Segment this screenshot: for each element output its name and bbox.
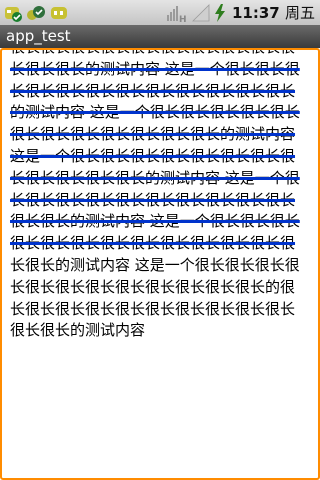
plain-text: 长很长的测试内容 这是一个很长很长很长很长很长很长很长很长很长很长很长很长的很长… bbox=[10, 255, 300, 340]
app-title: app_test bbox=[6, 27, 71, 45]
app-notification-icon[interactable] bbox=[3, 3, 23, 23]
test-text-view[interactable]: 很长很长很长很长很长很长很长很长很长很长很长很长的测试内容 这是一个很长很长很长… bbox=[10, 50, 306, 342]
time: 11:37 bbox=[232, 4, 280, 22]
clock: 11:37 周五 bbox=[232, 2, 315, 23]
app-title-bar: app_test bbox=[0, 25, 320, 48]
strikethrough-text: 很长很长很长很长很长很长很长很长很长很长很长很长的测试内容 这是一个很长很长很长… bbox=[10, 50, 300, 253]
svg-text:H: H bbox=[179, 15, 187, 23]
battery-charging-icon bbox=[214, 3, 226, 23]
cell-signal-icon bbox=[192, 3, 210, 23]
weekday: 周五 bbox=[284, 4, 315, 22]
text-scroll-area[interactable]: 很长很长很长很长很长很长很长很长很长很长很长很长的测试内容 这是一个很长很长很长… bbox=[0, 48, 320, 480]
app-notification-icon[interactable] bbox=[49, 3, 69, 23]
network-h-signal-icon: H bbox=[166, 3, 188, 23]
status-bar: H 11:37 周五 bbox=[0, 0, 320, 25]
app-notification-icon[interactable] bbox=[26, 3, 46, 23]
